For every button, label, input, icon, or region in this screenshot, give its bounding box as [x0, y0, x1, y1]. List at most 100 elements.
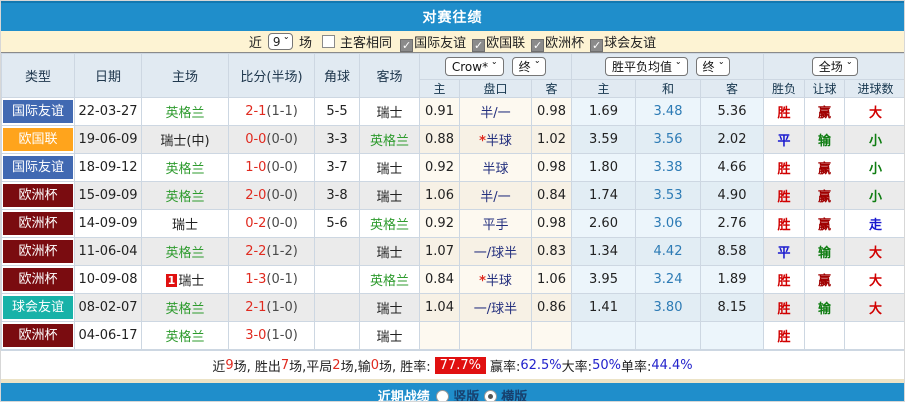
competition-badge: 球会友谊 [3, 296, 73, 319]
wpl-home-cell [572, 322, 636, 350]
wpl-away-cell: 8.58 [701, 238, 764, 266]
odds-away-cell: 0.98 [532, 210, 572, 238]
col-res-goals: 进球数 [845, 80, 905, 98]
handicap-result-cell: 输 [805, 294, 845, 322]
col-wpl-away: 客 [701, 80, 764, 98]
away-team-cell: 瑞士 [360, 182, 420, 210]
odds-home-cell: 1.07 [420, 238, 460, 266]
wpl-away-cell [701, 322, 764, 350]
wpl-stage-select[interactable]: 终˅ [696, 57, 731, 76]
score-cell: 2-2(1-2) [229, 238, 315, 266]
score-cell: 1-3(0-1) [229, 266, 315, 294]
red-card-badge: 1 [166, 274, 178, 287]
table-row: 欧洲杯15-09-09英格兰2-0(0-0)3-8瑞士1.06半/一0.841.… [2, 182, 905, 210]
score-cell: 2-0(0-0) [229, 182, 315, 210]
handicap-cell: 半球 [460, 154, 532, 182]
away-team-cell: 英格兰 [360, 210, 420, 238]
corner-cell: 5-5 [315, 98, 360, 126]
type-cell: 欧国联 [2, 126, 75, 154]
recent-results-label: 近期战绩 [378, 386, 430, 402]
type-cell: 国际友谊 [2, 98, 75, 126]
handicap-cell: 一/球半 [460, 294, 532, 322]
odds-away-cell: 0.98 [532, 154, 572, 182]
wpl-draw-cell: 3.53 [636, 182, 701, 210]
outcome-cell: 胜 [764, 210, 805, 238]
type-cell: 欧洲杯 [2, 210, 75, 238]
layout-options: 竖版 横版 [436, 386, 528, 402]
chevron-down-icon: ˅ [846, 62, 852, 72]
date-cell: 15-09-09 [75, 182, 142, 210]
goals-result-cell: 大 [845, 266, 905, 294]
odds-stage-select[interactable]: 终˅ [512, 57, 547, 76]
col-date: 日期 [75, 54, 142, 98]
score-cell: 0-2(0-0) [229, 210, 315, 238]
handicap-cell: 平手 [460, 210, 532, 238]
bookmaker-select[interactable]: Crow*˅ [445, 57, 504, 76]
competition-badge: 欧洲杯 [3, 184, 73, 207]
table-row: 欧洲杯10-09-081瑞士1-3(0-1)英格兰0.84*半球1.063.95… [2, 266, 905, 294]
type-cell: 球会友谊 [2, 294, 75, 322]
layout-radio[interactable] [436, 390, 449, 402]
odds-away-cell [532, 322, 572, 350]
corner-cell [315, 322, 360, 350]
wpl-home-cell: 1.34 [572, 238, 636, 266]
rate-value: 50% [592, 358, 621, 373]
home-team-cell: 英格兰 [142, 238, 229, 266]
handicap-result-cell [805, 322, 845, 350]
wpl-draw-cell: 3.80 [636, 294, 701, 322]
odds-away-cell: 0.98 [532, 98, 572, 126]
league-checkbox[interactable]: ✓ [400, 39, 413, 52]
col-score: 比分(半场) [229, 54, 315, 98]
outcome-cell: 胜 [764, 294, 805, 322]
date-cell: 18-09-12 [75, 154, 142, 182]
away-team-cell: 瑞士 [360, 238, 420, 266]
odds-away-cell: 0.86 [532, 294, 572, 322]
filter-bar: 近 9˅ 场 主客相同 ✓国际友谊✓欧国联✓欧洲杯✓球会友谊 [1, 31, 904, 53]
corner-cell: 3-3 [315, 126, 360, 154]
col-res-hcp: 让球 [805, 80, 845, 98]
league-checkbox[interactable]: ✓ [531, 39, 544, 52]
wpl-away-cell: 4.90 [701, 182, 764, 210]
table-row: 欧洲杯11-06-04英格兰2-2(1-2)瑞士1.07一/球半0.831.34… [2, 238, 905, 266]
league-label: 球会友谊 [604, 36, 656, 51]
wpl-source-select[interactable]: 胜平负均值˅ [605, 57, 688, 76]
corner-cell: 3-7 [315, 154, 360, 182]
period-select[interactable]: 全场˅ [812, 57, 859, 76]
odds-home-cell: 1.06 [420, 182, 460, 210]
handicap-result-cell: 输 [805, 126, 845, 154]
summary-text: 场, 胜出 [234, 356, 281, 375]
goals-result-cell: 小 [845, 154, 905, 182]
layout-radio[interactable] [484, 390, 497, 402]
match-count-select[interactable]: 9˅ [268, 33, 293, 50]
league-checkbox[interactable]: ✓ [590, 39, 603, 52]
matches-label: 场 [299, 32, 312, 51]
win-rate-badge: 77.7% [435, 357, 486, 374]
competition-badge: 欧洲杯 [3, 240, 73, 263]
home-team-cell: 瑞士(中) [142, 126, 229, 154]
away-team-cell: 瑞士 [360, 154, 420, 182]
wpl-home-cell: 2.60 [572, 210, 636, 238]
odds-home-cell [420, 322, 460, 350]
rate-value: 44.4% [651, 358, 692, 373]
layout-option-label: 横版 [497, 390, 528, 402]
wpl-draw-cell: 3.56 [636, 126, 701, 154]
same-venue-checkbox[interactable] [322, 35, 335, 48]
summary-text: 场,平局 [289, 356, 332, 375]
wpl-away-cell: 8.15 [701, 294, 764, 322]
away-team-cell: 瑞士 [360, 98, 420, 126]
col-corner: 角球 [315, 54, 360, 98]
odds-group-header: Crow*˅ 终˅ [420, 54, 572, 80]
odds-home-cell: 1.04 [420, 294, 460, 322]
home-team-cell: 英格兰 [142, 182, 229, 210]
league-checkbox[interactable]: ✓ [472, 39, 485, 52]
corner-cell [315, 238, 360, 266]
wpl-away-cell: 1.89 [701, 266, 764, 294]
handicap-result-cell: 赢 [805, 182, 845, 210]
score-cell: 2-1(1-0) [229, 294, 315, 322]
competition-badge: 国际友谊 [3, 156, 73, 179]
home-team-cell: 英格兰 [142, 322, 229, 350]
panel-title: 对赛往绩 [423, 7, 483, 27]
summary-text: 近 [212, 356, 225, 375]
wpl-draw-cell: 3.48 [636, 98, 701, 126]
away-team-cell: 瑞士 [360, 322, 420, 350]
